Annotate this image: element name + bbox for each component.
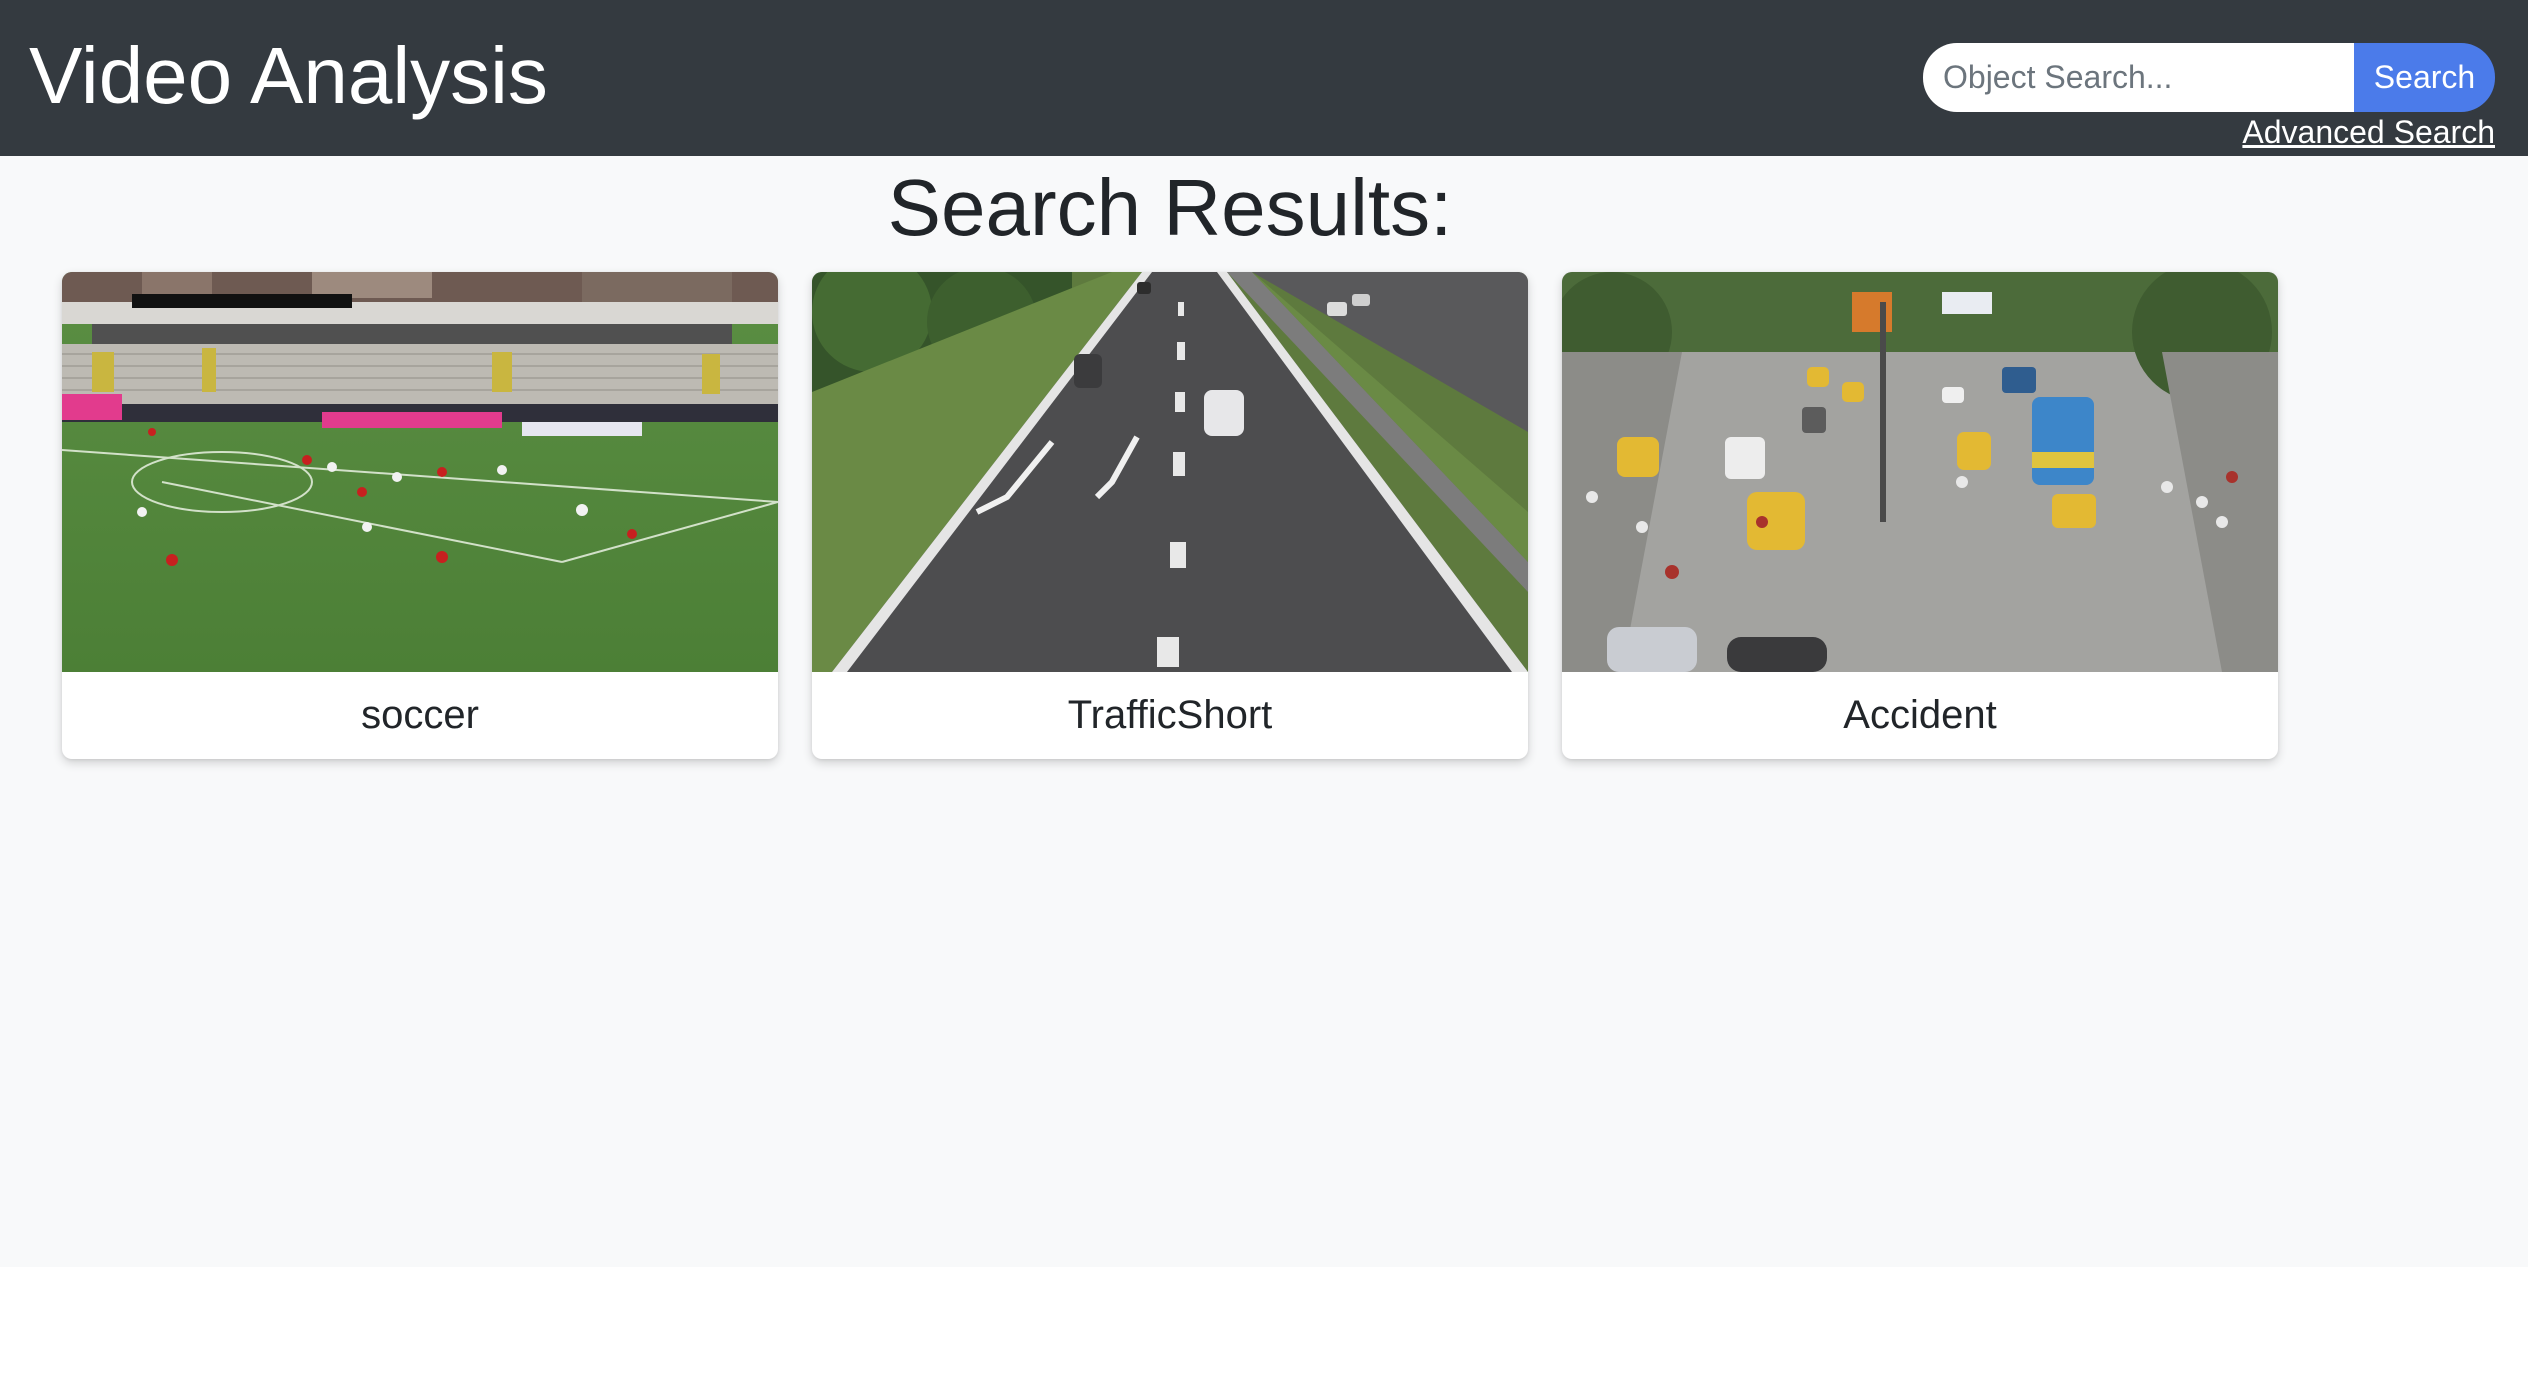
object-search-input[interactable]: [1923, 43, 2355, 112]
page-title: Search Results:: [887, 163, 1453, 252]
video-card-soccer[interactable]: soccer: [62, 272, 778, 759]
search-form: Search: [1923, 43, 2495, 112]
traffic-thumbnail-image[interactable]: [812, 272, 1528, 672]
video-title[interactable]: soccer: [62, 672, 778, 759]
video-title[interactable]: TrafficShort: [812, 672, 1528, 759]
soccer-thumbnail-image[interactable]: [62, 272, 778, 672]
video-card-trafficshort[interactable]: TrafficShort: [812, 272, 1528, 759]
app-root: Video Analysis Search Advanced Search Se…: [0, 0, 2528, 1267]
search-button[interactable]: Search: [2354, 43, 2495, 112]
video-title[interactable]: Accident: [1562, 672, 2278, 759]
navbar: Video Analysis Search Advanced Search: [0, 0, 2528, 156]
brand-title[interactable]: Video Analysis: [29, 28, 548, 124]
advanced-search-link[interactable]: Advanced Search: [2242, 112, 2495, 152]
video-card-accident[interactable]: Accident: [1562, 272, 2278, 759]
accident-thumbnail-image[interactable]: [1562, 272, 2278, 672]
